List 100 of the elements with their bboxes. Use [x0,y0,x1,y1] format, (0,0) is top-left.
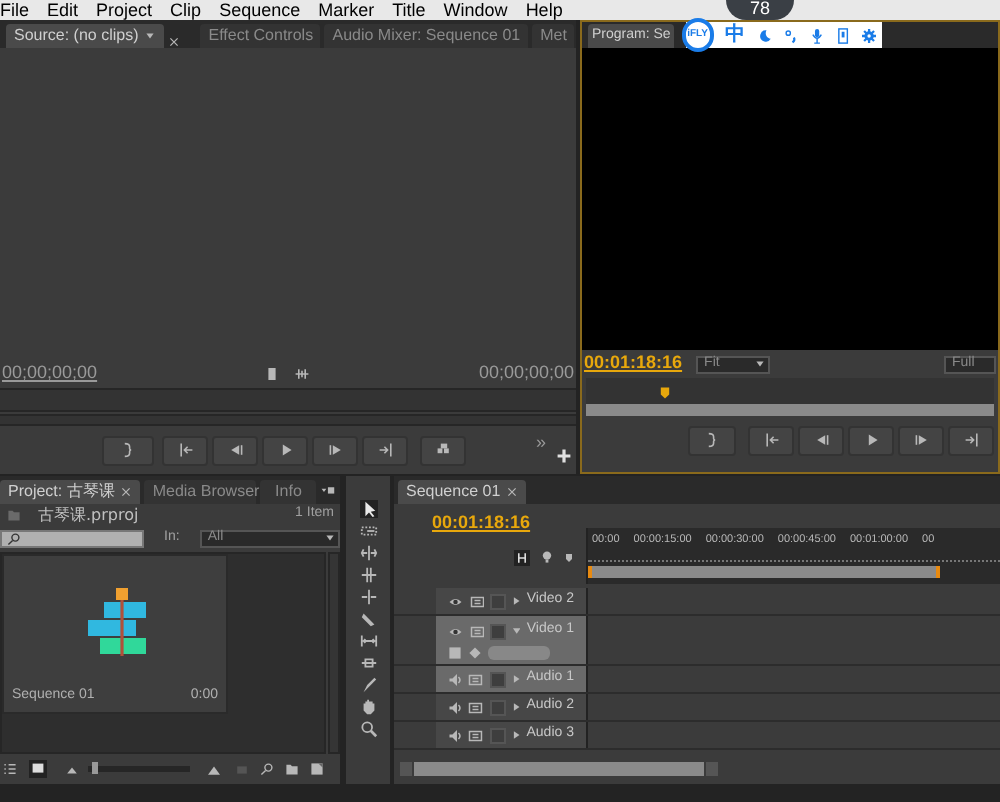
panel-tab[interactable]: Project: 古琴课 [0,480,141,504]
marker-icon[interactable] [540,550,554,564]
step-forward-button[interactable] [898,425,944,455]
menu-item[interactable]: File [0,2,30,20]
icon-view-icon[interactable] [28,760,48,778]
marker-icon[interactable] [564,551,574,563]
more-controls-button[interactable]: » [535,430,546,457]
search-field[interactable] [0,529,145,547]
selection-tool-icon[interactable] [359,500,377,518]
speaker-icon[interactable] [448,671,463,687]
menu-item[interactable]: Clip [170,2,202,20]
keyboard-icon[interactable] [835,27,850,43]
play-button[interactable] [262,435,308,465]
add-icon[interactable] [556,448,572,464]
mark-out-button[interactable] [102,435,154,465]
close-icon [120,486,133,498]
pen-icon[interactable] [359,676,377,694]
panel-tab[interactable]: Met [532,24,575,48]
panel-tab[interactable]: Media Browser [144,480,257,504]
panel-tab[interactable]: Info [260,480,317,504]
audio-waveform-icon [294,366,310,382]
slide-icon[interactable] [359,654,377,672]
step-back-button[interactable] [798,425,844,455]
expand-triangle-icon[interactable] [511,674,521,684]
arrow-to-bracket-icon [177,442,193,458]
multi-camera-button[interactable] [420,435,466,465]
go-to-in-button[interactable] [748,425,794,455]
ripple-edit-icon[interactable] [359,544,377,562]
hand-icon[interactable] [359,698,377,716]
search-icon[interactable] [260,762,274,776]
menu-item[interactable]: Help [525,2,563,20]
sync-lock-icon[interactable] [468,699,484,715]
timecode[interactable]: 00:01:18:16 [584,350,683,378]
folder-icon[interactable] [284,762,300,776]
large-mountain-icon [204,763,224,775]
timecode[interactable]: 00:01:18:16 [432,510,531,537]
go-to-out-button[interactable] [948,425,994,455]
mark-out-button[interactable] [688,425,736,455]
track-select-icon[interactable] [359,522,377,540]
menu-item[interactable]: Project [96,2,153,20]
playhead-icon[interactable] [658,386,672,400]
menu-item[interactable]: Title [392,2,426,20]
step-back-button[interactable] [212,435,258,465]
arrow-to-bracket-icon [377,442,393,458]
moon-icon[interactable] [757,27,772,43]
punctuation-icon[interactable] [783,27,798,43]
speaker-icon[interactable] [448,699,463,715]
rolling-edit-icon[interactable] [359,566,377,584]
snap-icon[interactable] [514,549,530,565]
close-icon [506,486,519,498]
sync-lock-icon[interactable] [469,593,485,609]
collapse-triangle-icon[interactable] [511,626,521,636]
menu-item[interactable]: Sequence [219,2,301,20]
close-icon [168,36,181,48]
panel-tab[interactable]: Audio Mixer: Sequence 01 [324,24,529,48]
speaker-icon[interactable] [448,727,463,743]
menu-item[interactable]: Window [443,2,508,20]
list-view-icon[interactable] [2,762,18,776]
step-forward-icon [327,442,343,458]
search-icon [6,531,22,545]
play-button[interactable] [848,425,894,455]
step-forward-icon [913,432,929,448]
timecode[interactable]: 00;00;00;00 [2,360,98,388]
slip-icon[interactable] [359,632,377,650]
razor-icon[interactable] [359,610,377,628]
go-to-in-button[interactable] [162,435,208,465]
scroll-bar[interactable] [0,414,576,426]
expand-triangle-icon[interactable] [511,730,521,740]
step-forward-button[interactable] [312,435,358,465]
sync-lock-icon[interactable] [468,671,484,687]
settings-icon[interactable] [861,27,876,43]
slider-thumb[interactable] [91,762,98,774]
sync-lock-icon[interactable] [468,727,484,743]
keyframe-display-icon[interactable] [448,646,462,660]
keyframe-add-icon[interactable] [468,646,482,660]
microphone-icon[interactable] [809,27,824,43]
menu-item[interactable]: Marker [318,2,375,20]
new-item-icon[interactable] [310,762,324,776]
play-icon [863,432,879,448]
input-mode-button[interactable]: 中 [725,25,746,45]
scroll-bar[interactable] [328,552,340,754]
expand-triangle-icon[interactable] [511,702,521,712]
menu-item[interactable]: Edit [47,2,79,20]
sync-lock-icon[interactable] [469,623,485,639]
panel-tab[interactable]: Sequence 01 [398,480,527,504]
zoom-icon[interactable] [359,720,377,738]
eye-icon[interactable] [448,623,464,639]
panel-tab[interactable]: Source: (no clips) [6,24,165,48]
scroll-bar[interactable] [414,762,704,776]
panel-menu-icon[interactable] [320,484,336,500]
scroll-bar[interactable] [586,404,994,416]
film-frame-icon [266,366,278,382]
bracket-icon [704,432,720,448]
rate-stretch-icon[interactable] [359,588,377,606]
eye-icon[interactable] [448,593,464,609]
expand-triangle-icon[interactable] [511,596,521,606]
step-back-icon [813,432,829,448]
go-to-out-button[interactable] [362,435,408,465]
arrow-to-bracket-icon [963,432,979,448]
panel-tab[interactable]: Effect Controls [200,24,321,48]
